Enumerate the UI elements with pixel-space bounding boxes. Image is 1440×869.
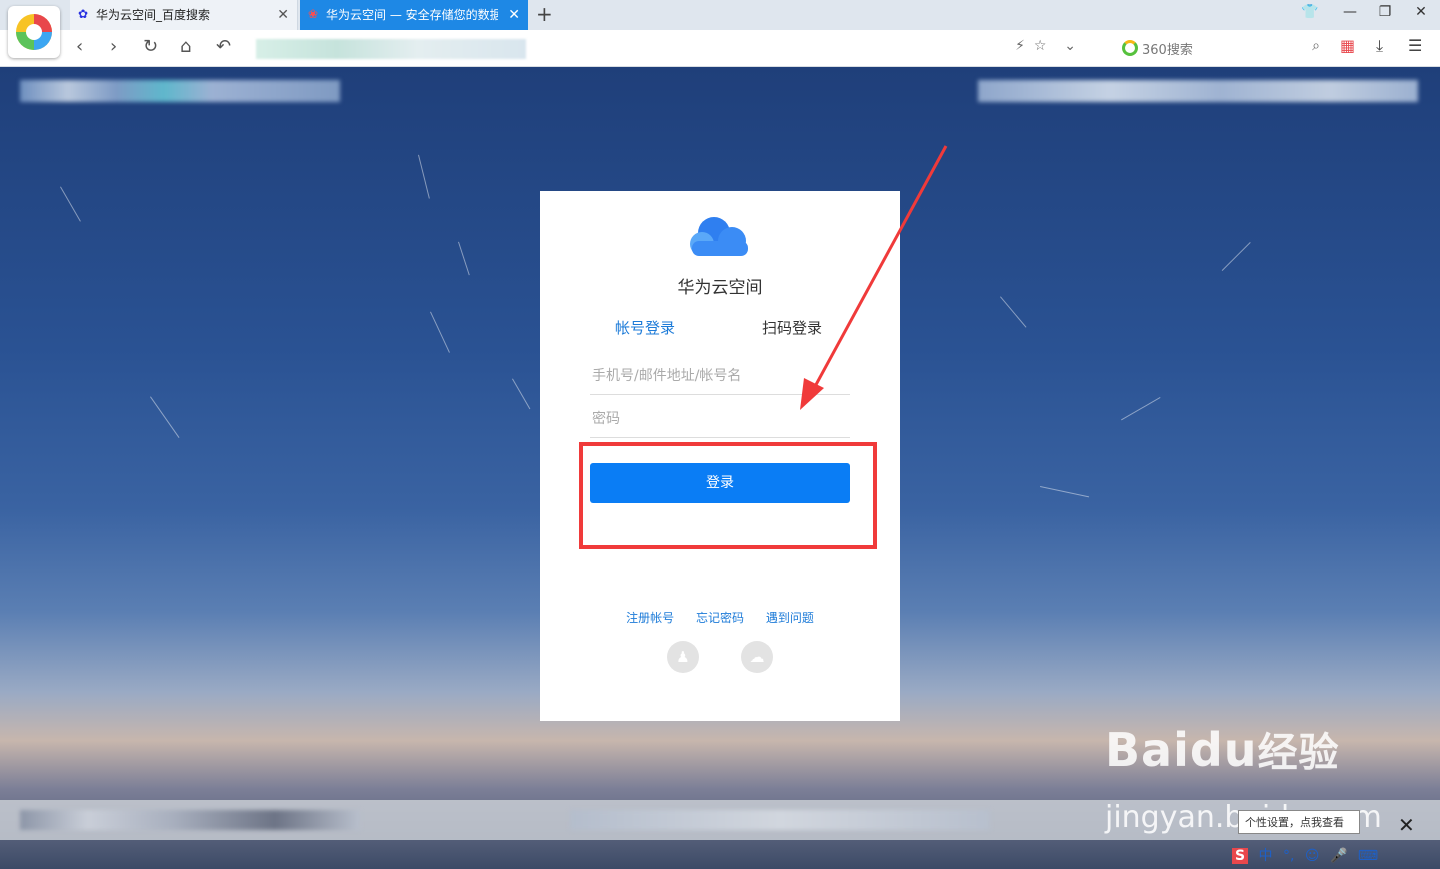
sogou-ime-icon[interactable]: S (1232, 848, 1249, 864)
ime-mode-label[interactable]: 中 (1259, 848, 1273, 864)
notification-popup[interactable]: 个性设置，点我查看 (1238, 810, 1360, 834)
browser-logo[interactable] (8, 6, 60, 58)
blurred-footer-center (570, 810, 990, 830)
microphone-icon[interactable]: 🎤 (1330, 848, 1347, 864)
browser-logo-icon (16, 14, 52, 50)
watermark-jingyan: 经验 (1257, 730, 1340, 776)
baidu-jingyan-watermark: Baidu经验 jingyan.baidu.com (1105, 720, 1382, 835)
emoji-icon[interactable]: ☺ (1305, 848, 1320, 864)
close-notification-icon[interactable]: ✕ (1398, 813, 1415, 837)
blurred-footer-left (20, 810, 360, 830)
keyboard-icon[interactable]: ⌨ (1358, 848, 1378, 864)
watermark-du: du (1189, 723, 1258, 777)
watermark-bai: Bai (1105, 723, 1190, 777)
punctuation-icon[interactable]: °, (1283, 848, 1294, 864)
ime-toolbar: S 中 °, ☺ 🎤 ⌨ (1232, 845, 1378, 869)
